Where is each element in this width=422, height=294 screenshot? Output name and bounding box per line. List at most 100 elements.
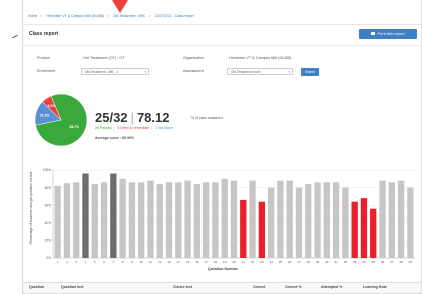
chart-bar (332, 182, 340, 258)
pie-slice-label: 31.3% (40, 113, 50, 117)
x-tick-label: 37 (390, 260, 394, 264)
organization-label: Organization (183, 56, 205, 60)
organization-value: Hershiser VT & Campus 666 (01456) (229, 56, 292, 60)
chart-bar (73, 182, 80, 258)
breadcrumb-home[interactable]: Home (28, 14, 37, 18)
chart-bar (230, 180, 238, 258)
edge-mark (12, 34, 18, 39)
chart-bar (249, 180, 256, 258)
chart-bar (184, 180, 191, 258)
chart-bar (91, 184, 98, 258)
column-question-text[interactable]: Question text (61, 285, 83, 289)
x-tick-label: 12 (158, 260, 162, 264)
mastery-pie-chart: 68.7% 31.3% 6.3% (34, 93, 88, 147)
x-tick-label: 14 (177, 260, 181, 264)
chart-bar (407, 187, 414, 258)
chart-bar (175, 182, 182, 258)
x-tick-label: 25 (279, 260, 283, 264)
pie-slice-label: 6.3% (48, 104, 56, 108)
chart-bar (370, 208, 377, 258)
print-report-button[interactable]: Print this report (359, 29, 417, 39)
chart-bar (156, 184, 163, 258)
chart-bar (379, 180, 386, 258)
chart-bar (240, 199, 247, 258)
legend-separator: | (113, 126, 115, 130)
legend-not-taken[interactable]: 2 Not taken (155, 126, 173, 130)
assessment-select[interactable]: Old Testament Exam ▾ (227, 68, 293, 75)
column-correct-percent[interactable]: Correct % (285, 285, 302, 289)
mastery-fraction: 25/32 (95, 110, 128, 125)
chevron-down-icon: ▾ (288, 70, 290, 74)
x-tick-label: 5 (94, 260, 96, 264)
chart-bar (397, 180, 405, 258)
filter-divider (23, 45, 421, 46)
y-axis-label: Percentage of students who got question … (29, 172, 33, 245)
x-tick-label: 6 (103, 260, 105, 264)
enrollment-select-value: Old Testament - Mill... 1 (85, 70, 119, 74)
chart-bar (267, 187, 275, 258)
chart-bar (258, 201, 266, 258)
column-learning-goal[interactable]: Learning Goal (363, 285, 387, 289)
x-tick-label: 27 (297, 260, 301, 264)
x-tick-label: 19 (223, 260, 227, 264)
x-tick-label: 32 (344, 260, 348, 264)
breadcrumb-organization[interactable]: Hershiser VT & Campus 666 (01456) (46, 14, 104, 18)
x-axis-label: Question Number (208, 267, 239, 271)
chart-bar (351, 201, 358, 258)
x-tick-label: 7 (112, 260, 114, 264)
chart-bar (202, 182, 210, 258)
breadcrumb-course[interactable]: Old Testament : ARC (113, 14, 146, 18)
pointer-arrow-icon (112, 0, 128, 13)
y-tick-label: 100% (43, 168, 51, 172)
column-attempted-percent[interactable]: Attempted % (321, 285, 342, 289)
x-tick-label: 24 (269, 260, 273, 264)
x-tick-label: 22 (251, 260, 255, 264)
enrollment-label: Enrollment (37, 69, 56, 73)
enrollment-select[interactable]: Old Testament - Mill... 1 ▾ (81, 68, 149, 75)
chart-bar (286, 180, 293, 258)
x-tick-label: 2 (66, 260, 68, 264)
chart-bar (138, 182, 145, 258)
chart-bar (360, 198, 368, 258)
x-tick-label: 18 (214, 260, 218, 264)
breadcrumb-separator: > (148, 14, 151, 18)
breadcrumb-separator: > (106, 14, 109, 18)
x-tick-label: 35 (372, 260, 376, 264)
column-correct[interactable]: Correct (253, 285, 265, 289)
legend-passed[interactable]: 25 Passed (95, 126, 112, 130)
printer-icon (371, 32, 376, 36)
column-question[interactable]: Question (29, 285, 44, 289)
y-tick-label: 20% (45, 239, 52, 243)
chart-bar (342, 187, 349, 258)
chart-bar (277, 180, 284, 258)
chart-bar (147, 180, 154, 258)
chart-bar (128, 182, 136, 258)
mastery-legend: 25 Passed | 5 Need to remediate | 2 Not ta… (95, 126, 173, 130)
score-divider: | (130, 110, 134, 125)
chart-bar (305, 184, 312, 258)
x-tick-label: 30 (325, 260, 329, 264)
x-tick-label: 26 (288, 260, 292, 264)
x-tick-label: 16 (195, 260, 199, 264)
y-tick-label: 80% (45, 186, 52, 190)
page-title: Class report (29, 31, 59, 37)
chart-bar (323, 182, 330, 258)
x-tick-label: 10 (140, 260, 144, 264)
chart-bar (54, 185, 61, 258)
x-tick-label: 17 (204, 260, 208, 264)
product-value: Old Testament (OT) : OT (83, 56, 125, 60)
chevron-down-icon: ▾ (144, 70, 146, 74)
chart-bar (295, 187, 303, 258)
x-tick-label: 20 (232, 260, 236, 264)
x-tick-label: 31 (334, 260, 338, 264)
legend-remediate[interactable]: 5 Need to remediate (117, 126, 149, 130)
search-button[interactable]: Search (301, 68, 319, 76)
x-tick-label: 34 (362, 260, 366, 264)
x-tick-label: 8 (122, 260, 124, 264)
average-score: Average score : 85.99% (95, 136, 134, 140)
column-choice-text[interactable]: Choice text (173, 285, 192, 289)
chart-bar (193, 184, 201, 258)
assessment-select-value: Old Testament Exam (231, 70, 261, 74)
x-tick-label: 3 (75, 260, 77, 264)
chart-bar (82, 173, 89, 258)
